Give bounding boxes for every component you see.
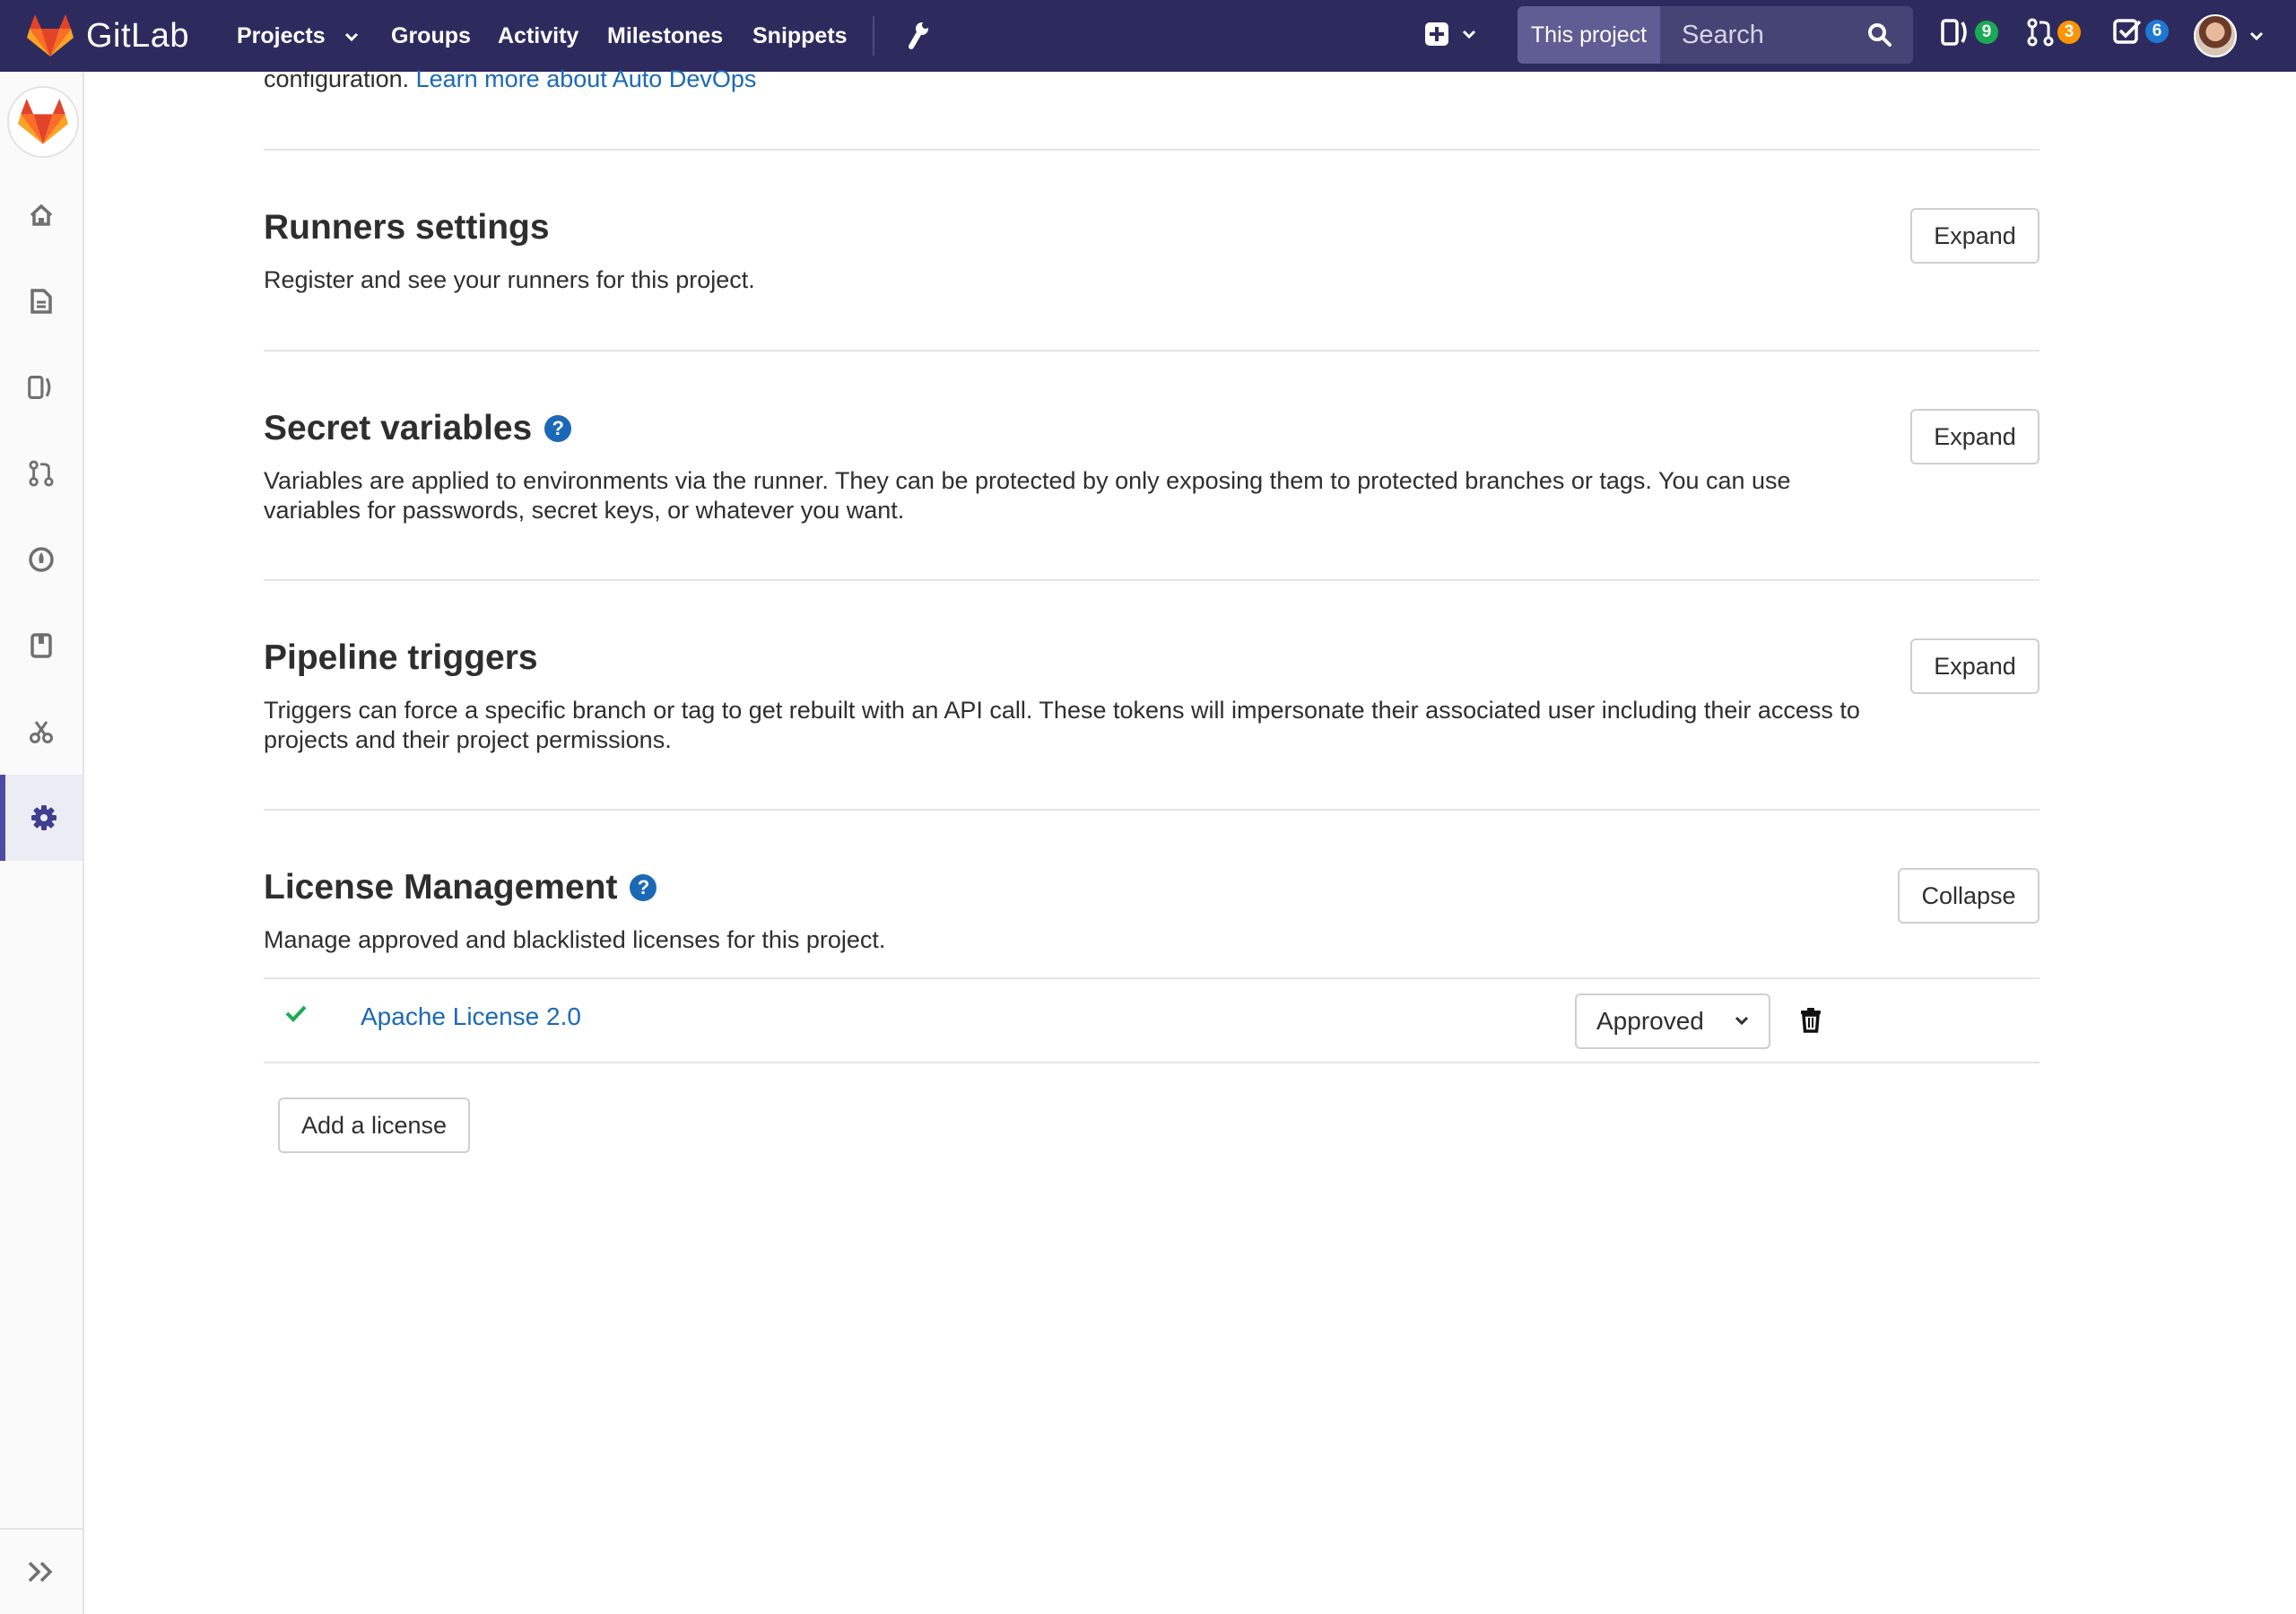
search-scope-badge[interactable]: This project	[1518, 6, 1660, 64]
issues-icon	[1941, 19, 1967, 46]
nav-groups[interactable]: Groups	[391, 0, 471, 72]
merge-requests-count-badge: 3	[2057, 21, 2081, 44]
license-table-bottom-border	[264, 1062, 2039, 1063]
project-avatar[interactable]	[7, 86, 79, 158]
rocket-icon	[29, 547, 54, 572]
add-license-button[interactable]: Add a license	[278, 1098, 470, 1153]
home-icon	[30, 204, 53, 226]
sidebar-item-merge-requests[interactable]	[0, 430, 83, 516]
todos-count-badge: 6	[2145, 20, 2169, 43]
todos-counter[interactable]: 6	[2113, 18, 2169, 45]
check-icon	[285, 1005, 307, 1022]
sidebar-item-wiki[interactable]	[0, 603, 83, 689]
runners-description: Register and see your runners for this p…	[264, 266, 755, 293]
license-management-title: License Management	[264, 868, 618, 907]
brand-name: GitLab	[86, 16, 189, 55]
nav-projects[interactable]: Projects	[237, 0, 359, 72]
gitlab-logo-icon	[27, 14, 74, 56]
issues-icon	[28, 375, 51, 400]
nav-snippets[interactable]: Snippets	[752, 0, 848, 72]
sidebar-item-snippets[interactable]	[0, 689, 83, 775]
section-title-pipeline-triggers: Pipeline triggers	[264, 638, 538, 678]
nav-divider	[873, 16, 874, 56]
auto-devops-link[interactable]: Learn more about Auto DevOps	[416, 65, 757, 92]
license-management-description: Manage approved and blacklisted licenses…	[264, 926, 886, 953]
search-placeholder: Search	[1682, 21, 1764, 49]
license-name-link[interactable]: Apache License 2.0	[361, 1002, 581, 1031]
expand-runners-button[interactable]: Expand	[1910, 208, 2039, 264]
document-icon	[30, 289, 52, 314]
snippets-icon	[30, 721, 53, 743]
sidebar-item-repository[interactable]	[0, 258, 83, 344]
nav-activity[interactable]: Activity	[498, 0, 578, 72]
search-input[interactable]: Search	[1660, 6, 1913, 64]
sidebar-item-ci-cd[interactable]	[0, 516, 83, 603]
todo-check-icon	[2113, 19, 2142, 44]
trash-icon[interactable]	[1799, 1008, 1822, 1033]
brand-logo[interactable]: GitLab	[27, 13, 189, 59]
chevron-down-icon	[1462, 30, 1476, 39]
pipeline-triggers-description: Triggers can force a specific branch or …	[264, 697, 1860, 753]
section-title-runners: Runners settings	[264, 208, 550, 247]
issues-counter[interactable]: 9	[1941, 18, 1998, 47]
chevron-down-icon	[344, 33, 358, 42]
pipeline-triggers-title: Pipeline triggers	[264, 638, 538, 677]
merge-request-icon	[2027, 18, 2054, 47]
auto-devops-text: configuration.	[264, 65, 410, 92]
license-row: Apache License 2.0 Approved	[264, 977, 2039, 1062]
collapse-license-management-button[interactable]: Collapse	[1898, 868, 2039, 924]
plus-square-icon	[1425, 22, 1448, 46]
chevron-down-icon	[1735, 1016, 1749, 1026]
question-circle-icon[interactable]: ?	[544, 415, 572, 442]
secret-variables-description: Variables are applied to environments vi…	[264, 467, 1791, 524]
double-chevron-right-icon	[28, 1561, 53, 1583]
nav-projects-label: Projects	[237, 23, 326, 48]
section-divider	[264, 149, 2039, 151]
auto-devops-note: configuration. Learn more about Auto Dev…	[264, 65, 756, 93]
issues-count-badge: 9	[1975, 21, 1998, 44]
sidebar-item-project[interactable]	[0, 172, 83, 258]
license-status-value: Approved	[1596, 1007, 1704, 1035]
project-sidebar	[0, 72, 84, 1614]
admin-area-link[interactable]	[904, 20, 933, 56]
runners-title: Runners settings	[264, 208, 550, 247]
section-divider	[264, 809, 2039, 811]
new-dropdown-button[interactable]	[1424, 22, 1476, 47]
section-title-secret-variables: Secret variables ?	[264, 409, 572, 448]
sidebar-collapse-button[interactable]	[0, 1528, 83, 1614]
user-menu[interactable]	[2194, 14, 2264, 57]
avatar	[2194, 14, 2237, 57]
gear-icon	[31, 805, 57, 830]
expand-secret-variables-button[interactable]: Expand	[1910, 409, 2039, 464]
gitlab-logo-icon	[18, 99, 68, 144]
nav-milestones[interactable]: Milestones	[607, 0, 723, 72]
book-icon	[30, 633, 52, 658]
merge-request-icon	[29, 460, 54, 487]
expand-pipeline-triggers-button[interactable]: Expand	[1910, 638, 2039, 694]
wrench-icon	[909, 22, 929, 49]
chevron-down-icon	[2249, 31, 2264, 41]
license-status-dropdown[interactable]: Approved	[1575, 994, 1770, 1049]
sidebar-item-settings[interactable]	[0, 775, 83, 861]
sidebar-item-issues[interactable]	[0, 344, 83, 430]
merge-requests-counter[interactable]: 3	[2027, 18, 2081, 47]
question-circle-icon[interactable]: ?	[630, 874, 657, 901]
section-divider	[264, 350, 2039, 351]
top-navbar: GitLab Projects Groups Activity Mileston…	[0, 0, 2296, 72]
section-title-license-management: License Management ?	[264, 868, 657, 907]
section-divider	[264, 579, 2039, 581]
search-box: This project Search	[1518, 6, 1913, 64]
secret-variables-title: Secret variables	[264, 409, 533, 447]
search-icon	[1868, 23, 1892, 47]
